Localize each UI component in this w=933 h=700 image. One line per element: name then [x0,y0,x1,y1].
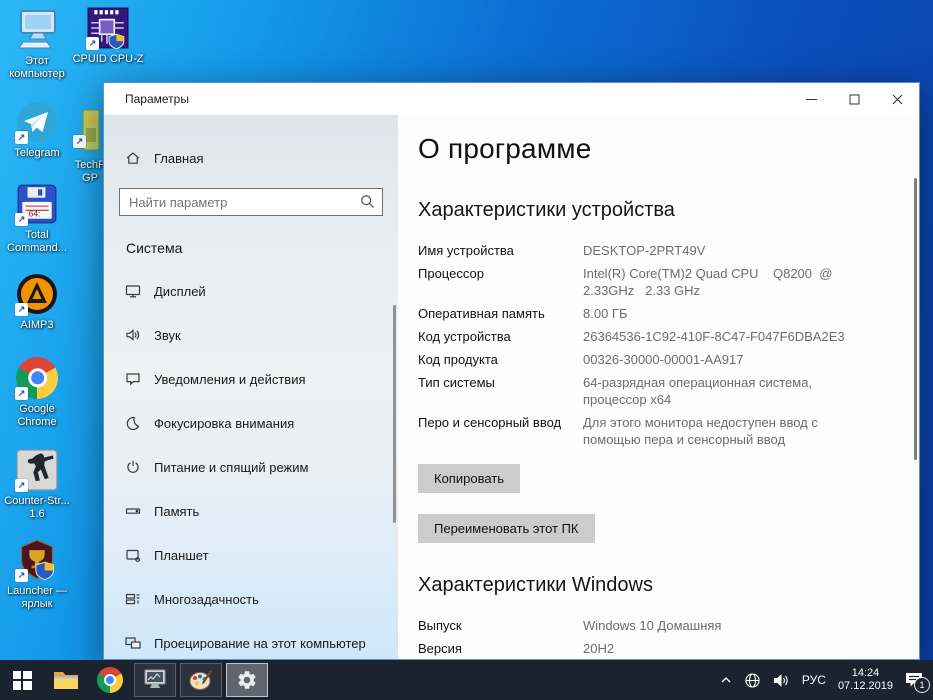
chrome-taskbar-button[interactable] [88,660,132,700]
notification-badge: 1 [914,677,930,693]
spec-row: Код продукта 00326-30000-00001-AA917 [418,352,744,367]
spec-row: Процессор Intel(R) Core(TM)2 Quad CPU Q82… [418,266,833,298]
paint-app-button[interactable] [180,663,222,697]
tray-time: 14:24 [851,667,880,679]
moon-icon [125,415,141,431]
sidebar-home-label: Главная [154,150,204,166]
page-title: О программе [418,133,592,164]
cpu-z-icon [86,6,130,50]
settings-app-button[interactable] [226,663,268,697]
desktop-icon-label: Этот компьютер [9,55,65,80]
system-monitor-app-button[interactable] [134,663,176,697]
sidebar-item-projecting[interactable]: Проецирование на этот компьютер [104,621,398,665]
sidebar-item-multitasking[interactable]: Многозадачность [104,577,398,621]
tray-chevron-up-icon[interactable] [720,674,732,686]
home-icon [126,152,140,164]
spec-row: Оперативная память 8.00 ГБ [418,306,628,321]
maximize-button[interactable] [833,83,876,115]
tray-date: 07.12.2019 [837,680,893,692]
start-button[interactable] [0,660,44,700]
shortcut-arrow-icon [15,303,28,316]
storage-icon [125,503,141,519]
window-titlebar[interactable]: Параметры [104,83,919,115]
desktop-icon-telegram[interactable]: Telegram [2,100,72,160]
taskbar: РУС 14:24 07.12.2019 1 [0,660,933,700]
shortcut-arrow-icon [15,387,28,400]
gpu-z-icon [73,108,107,156]
this-pc-icon [15,8,59,52]
about-page: О программе Характеристики устройства Им… [398,115,919,659]
shortcut-arrow-icon [73,135,86,148]
settings-window: Параметры Главная Найти параметр Система… [103,82,920,660]
desktop-icon-total-commander[interactable]: 64: Total Command... [2,182,72,254]
file-explorer-button[interactable] [44,660,88,700]
spec-row: Перо и сенсорный ввод Для этого монитора … [418,415,818,447]
sidebar-item-notifications[interactable]: Уведомления и действия [104,357,398,401]
notifications-icon [125,371,141,387]
spec-row: Имя устройства DESKTOP-2PRT49V [418,243,706,258]
sidebar-item-tablet[interactable]: Планшет [104,533,398,577]
desktop-icon-counter-strike[interactable]: Counter-Str... 1.6 [2,448,72,520]
sidebar-item-sound[interactable]: Звук [104,313,398,357]
chrome-icon [8,349,66,407]
minimize-button[interactable] [790,83,833,115]
paint-palette-icon [189,670,212,690]
action-center-button[interactable]: 1 [905,672,930,693]
copy-button[interactable]: Копировать [418,464,520,493]
shortcut-arrow-icon [15,131,28,144]
aimp3-icon [15,272,59,316]
spec-row: Выпуск Windows 10 Домашняя [418,618,722,633]
folder-icon [54,672,78,689]
spec-row: Версия 20H2 [418,641,615,656]
svg-text:64:: 64: [29,209,41,219]
sidebar-item-storage[interactable]: Память [104,489,398,533]
power-icon [125,459,141,475]
desktop-icon-google-chrome[interactable]: Google Chrome [2,349,72,428]
window-title: Параметры [125,92,189,106]
sidebar-item-focus-assist[interactable]: Фокусировка внимания [104,401,398,445]
desktop-icon-this-pc[interactable]: Этот компьютер [2,8,72,80]
desktop-icon-aimp3[interactable]: AIMP3 [2,272,72,332]
monitor-chart-icon [144,669,166,688]
launcher-icon [15,538,59,582]
projecting-icon [125,635,141,651]
close-button[interactable] [876,83,919,115]
main-scrollbar[interactable] [914,178,917,460]
telegram-icon [15,100,59,144]
counter-strike-icon [15,448,59,492]
display-icon [125,283,141,299]
windows-logo-icon [12,670,32,690]
shortcut-arrow-icon [15,213,28,226]
clock[interactable]: 14:24 07.12.2019 [838,667,893,693]
volume-icon[interactable] [773,673,790,688]
chrome-icon [92,662,128,698]
desktop[interactable]: Этот компьютер Telegram 64: [0,0,933,700]
search-input[interactable] [119,188,383,216]
search-icon[interactable] [360,194,375,209]
shortcut-arrow-icon [15,479,28,492]
shortcut-arrow-icon [86,37,99,50]
sound-icon [125,327,141,343]
network-globe-icon[interactable] [744,672,761,689]
sidebar-item-home[interactable]: Главная [104,115,398,173]
rename-pc-button[interactable]: Переименовать этот ПК [418,514,595,543]
spec-row: Тип системы 64-разрядная операционная сис… [418,375,813,407]
multitasking-icon [125,591,141,607]
device-spec-heading: Характеристики устройства [418,199,675,221]
windows-spec-heading: Характеристики Windows [418,574,653,596]
sidebar-section-title: Система [126,240,183,256]
total-commander-icon: 64: [15,182,59,226]
desktop-icon-launcher[interactable]: Launcher — ярлык [2,538,72,610]
settings-sidebar: Главная Система Дисплей [104,115,398,659]
sidebar-scrollbar[interactable] [393,305,396,523]
spec-row: Код устройства 26364536-1C92-410F-8C47-F0… [418,329,845,344]
sidebar-item-power-sleep[interactable]: Питание и спящий режим [104,445,398,489]
language-indicator[interactable]: РУС [802,673,826,687]
tablet-icon [125,547,141,563]
shortcut-arrow-icon [15,569,28,582]
desktop-icon-cpu-z[interactable]: CPUID CPU-Z [73,6,143,66]
sidebar-item-display[interactable]: Дисплей [104,269,398,313]
gear-icon [238,671,256,689]
